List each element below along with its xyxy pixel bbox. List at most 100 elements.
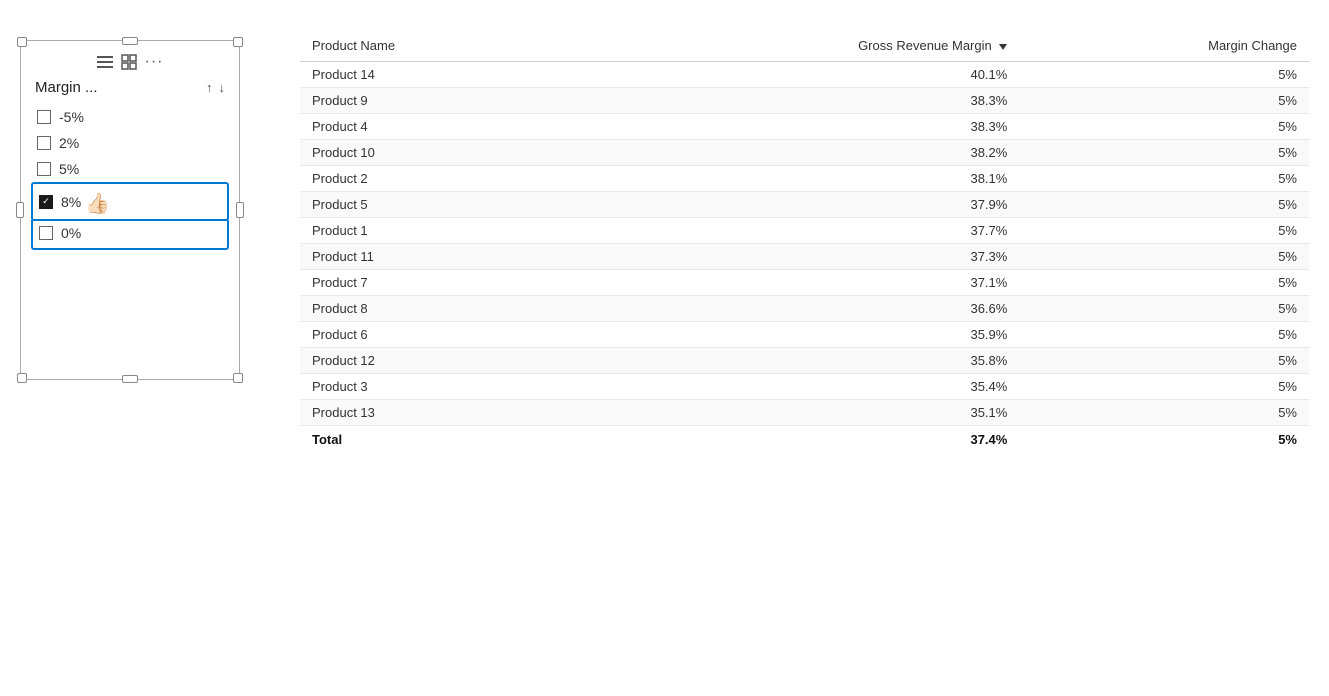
table-row: Product 938.3%5% bbox=[300, 88, 1309, 114]
slicer-checkbox[interactable] bbox=[37, 110, 51, 124]
resize-handle-ml[interactable] bbox=[16, 202, 24, 218]
slicer-items-list: -5% 2% 5% 8% 👍🏻 0% bbox=[27, 104, 233, 250]
slicer-panel: ··· Margin ... ↑ ↓ -5% 2% 5% 8% 👍🏻 bbox=[20, 40, 240, 380]
cell-product-name: Product 13 bbox=[300, 400, 575, 426]
cell-product-name: Product 7 bbox=[300, 270, 575, 296]
resize-handle-bm[interactable] bbox=[122, 375, 138, 383]
cell-gross-revenue-margin: 37.3% bbox=[575, 244, 1020, 270]
table-row: Product 1235.8%5% bbox=[300, 348, 1309, 374]
slicer-checkbox[interactable] bbox=[37, 162, 51, 176]
cell-product-name: Product 3 bbox=[300, 374, 575, 400]
cell-margin-change: 5% bbox=[1019, 296, 1309, 322]
table-footer: Total 37.4% 5% bbox=[300, 426, 1309, 454]
resize-handle-tr[interactable] bbox=[233, 37, 243, 47]
table-row: Product 1440.1%5% bbox=[300, 62, 1309, 88]
resize-handle-bl[interactable] bbox=[17, 373, 27, 383]
slicer-item-label: 0% bbox=[61, 225, 81, 241]
table-container: Product Name Gross Revenue Margin Margin… bbox=[300, 20, 1309, 453]
cell-margin-change: 5% bbox=[1019, 400, 1309, 426]
slicer-checkbox-checked[interactable] bbox=[39, 195, 53, 209]
cell-gross-revenue-margin: 38.3% bbox=[575, 88, 1020, 114]
more-options-icon[interactable]: ··· bbox=[145, 53, 164, 71]
resize-handle-tm[interactable] bbox=[122, 37, 138, 45]
slicer-sort-controls: ↑ ↓ bbox=[206, 80, 225, 95]
slicer-item[interactable]: -5% bbox=[31, 104, 229, 130]
sort-arrow-icon bbox=[999, 44, 1007, 50]
table-row: Product 1335.1%5% bbox=[300, 400, 1309, 426]
cell-gross-revenue-margin: 35.1% bbox=[575, 400, 1020, 426]
footer-gross-revenue-margin: 37.4% bbox=[575, 426, 1020, 454]
table-header-row: Product Name Gross Revenue Margin Margin… bbox=[300, 30, 1309, 62]
cell-gross-revenue-margin: 37.1% bbox=[575, 270, 1020, 296]
slicer-title: Margin ... bbox=[35, 79, 98, 96]
slicer-item[interactable]: 5% bbox=[31, 156, 229, 182]
table-row: Product 737.1%5% bbox=[300, 270, 1309, 296]
table-row: Product 238.1%5% bbox=[300, 166, 1309, 192]
col-header-margin-change[interactable]: Margin Change bbox=[1019, 30, 1309, 62]
cell-product-name: Product 14 bbox=[300, 62, 575, 88]
slicer-header: Margin ... ↑ ↓ bbox=[27, 77, 233, 104]
table-body: Product 1440.1%5%Product 938.3%5%Product… bbox=[300, 62, 1309, 426]
resize-handle-mr[interactable] bbox=[236, 202, 244, 218]
grid-view-icon[interactable] bbox=[121, 54, 137, 70]
slicer-checkbox[interactable] bbox=[37, 136, 51, 150]
cell-product-name: Product 10 bbox=[300, 140, 575, 166]
footer-margin-change: 5% bbox=[1019, 426, 1309, 454]
table-row: Product 537.9%5% bbox=[300, 192, 1309, 218]
table-row: Product 1038.2%5% bbox=[300, 140, 1309, 166]
cell-margin-change: 5% bbox=[1019, 166, 1309, 192]
cell-margin-change: 5% bbox=[1019, 88, 1309, 114]
cell-margin-change: 5% bbox=[1019, 270, 1309, 296]
cell-product-name: Product 5 bbox=[300, 192, 575, 218]
cell-margin-change: 5% bbox=[1019, 244, 1309, 270]
slicer-item-label: 2% bbox=[59, 135, 79, 151]
cell-product-name: Product 6 bbox=[300, 322, 575, 348]
slicer-item-label: 8% bbox=[61, 194, 81, 210]
slicer-checkbox[interactable] bbox=[39, 226, 53, 240]
table-row: Product 137.7%5% bbox=[300, 218, 1309, 244]
table-footer-row: Total 37.4% 5% bbox=[300, 426, 1309, 454]
cell-gross-revenue-margin: 35.4% bbox=[575, 374, 1020, 400]
cell-margin-change: 5% bbox=[1019, 322, 1309, 348]
cell-gross-revenue-margin: 36.6% bbox=[575, 296, 1020, 322]
slicer-toolbar: ··· bbox=[27, 49, 233, 77]
slicer-item-0pct[interactable]: 0% bbox=[31, 220, 229, 250]
resize-handle-tl[interactable] bbox=[17, 37, 27, 47]
cell-gross-revenue-margin: 38.3% bbox=[575, 114, 1020, 140]
list-view-icon[interactable] bbox=[97, 56, 113, 68]
cell-margin-change: 5% bbox=[1019, 374, 1309, 400]
slicer-item[interactable]: 2% bbox=[31, 130, 229, 156]
cell-margin-change: 5% bbox=[1019, 114, 1309, 140]
cell-gross-revenue-margin: 38.2% bbox=[575, 140, 1020, 166]
cell-margin-change: 5% bbox=[1019, 192, 1309, 218]
resize-handle-br[interactable] bbox=[233, 373, 243, 383]
sort-desc-icon[interactable]: ↓ bbox=[219, 80, 226, 95]
table-row: Product 335.4%5% bbox=[300, 374, 1309, 400]
slicer-item-label: 5% bbox=[59, 161, 79, 177]
cell-margin-change: 5% bbox=[1019, 62, 1309, 88]
sort-asc-icon[interactable]: ↑ bbox=[206, 80, 213, 95]
cell-product-name: Product 2 bbox=[300, 166, 575, 192]
cell-product-name: Product 11 bbox=[300, 244, 575, 270]
cell-gross-revenue-margin: 35.8% bbox=[575, 348, 1020, 374]
cell-margin-change: 5% bbox=[1019, 218, 1309, 244]
data-table: Product Name Gross Revenue Margin Margin… bbox=[300, 30, 1309, 453]
table-row: Product 635.9%5% bbox=[300, 322, 1309, 348]
cell-margin-change: 5% bbox=[1019, 348, 1309, 374]
cursor-hand-icon: 👍🏻 bbox=[85, 191, 110, 216]
cell-gross-revenue-margin: 37.7% bbox=[575, 218, 1020, 244]
cell-margin-change: 5% bbox=[1019, 140, 1309, 166]
slicer-item-8pct[interactable]: 8% 👍🏻 bbox=[31, 182, 229, 221]
cell-product-name: Product 1 bbox=[300, 218, 575, 244]
cell-gross-revenue-margin: 40.1% bbox=[575, 62, 1020, 88]
col-header-gross-revenue-margin[interactable]: Gross Revenue Margin bbox=[575, 30, 1020, 62]
table-row: Product 836.6%5% bbox=[300, 296, 1309, 322]
cell-product-name: Product 9 bbox=[300, 88, 575, 114]
cell-product-name: Product 4 bbox=[300, 114, 575, 140]
cell-gross-revenue-margin: 35.9% bbox=[575, 322, 1020, 348]
col-header-product-name[interactable]: Product Name bbox=[300, 30, 575, 62]
cell-gross-revenue-margin: 38.1% bbox=[575, 166, 1020, 192]
footer-label: Total bbox=[300, 426, 575, 454]
table-row: Product 1137.3%5% bbox=[300, 244, 1309, 270]
table-row: Product 438.3%5% bbox=[300, 114, 1309, 140]
